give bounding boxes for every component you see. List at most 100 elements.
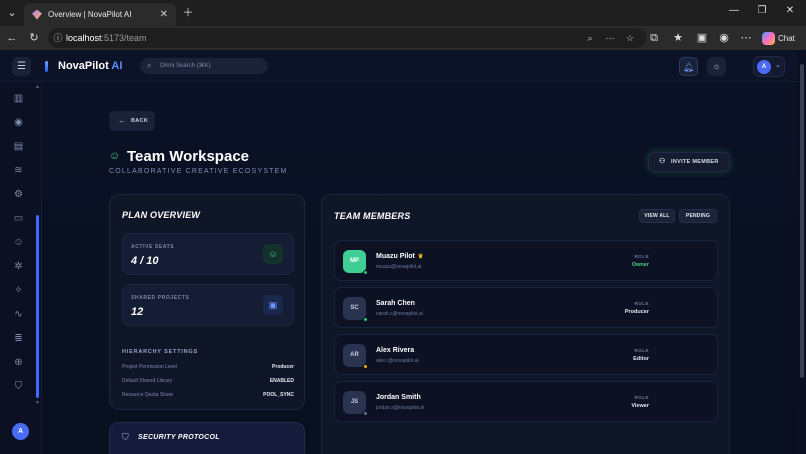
setting-label: Project Permission Level xyxy=(122,364,178,370)
setting-row: Project Permission Level Producer xyxy=(122,364,294,370)
member-name: Alex Rivera xyxy=(376,347,415,354)
url-host: localhost xyxy=(66,33,102,43)
back-nav-button[interactable]: ← xyxy=(4,30,20,46)
member-avatar: JS xyxy=(343,391,366,414)
status-dot xyxy=(363,317,368,322)
new-tab-button[interactable]: ＋ xyxy=(180,5,196,21)
theme-toggle-button[interactable]: ☼ xyxy=(707,57,726,76)
invite-member-button[interactable]: ⚇ INVITE MEMBER xyxy=(648,152,730,172)
chevron-down-icon: ⌄ xyxy=(775,62,781,69)
magic-wand-icon[interactable]: ✧ xyxy=(12,284,25,297)
copilot-chat-button[interactable]: Chat xyxy=(762,29,795,47)
team-members-card: TEAM MEMBERS VIEW ALL PENDING MP Muazu P… xyxy=(321,194,730,454)
layers-icon[interactable]: ≣ xyxy=(12,332,25,345)
extensions-icon[interactable]: ⧉ xyxy=(646,30,662,46)
menu-toggle-button[interactable]: ☰ xyxy=(12,57,31,76)
setting-value: POOL_SYNC xyxy=(263,392,294,398)
omni-search-input[interactable]: ⌕ Omni Search (⌘K) xyxy=(140,58,268,74)
shield-check-icon: ⛉ xyxy=(122,432,129,442)
scroll-down-icon[interactable]: ▼ xyxy=(35,400,40,406)
hierarchy-settings-heading: HIERARCHY SETTINGS xyxy=(122,349,199,355)
pending-button[interactable]: PENDING xyxy=(679,209,717,223)
sidebar-avatar[interactable]: A xyxy=(12,423,29,440)
briefcase-icon: ▣ xyxy=(263,295,283,315)
scroll-up-icon[interactable]: ▲ xyxy=(35,84,40,90)
tab-close-icon[interactable]: ✕ xyxy=(160,9,168,20)
member-name: Muazu Pilot ♛ xyxy=(376,253,424,260)
close-window-button[interactable]: ✕ xyxy=(782,5,798,16)
app-root: ☰ NovaPilot AI ⌕ Omni Search (⌘K) 🔔︎ ☼ A… xyxy=(0,50,806,454)
member-row[interactable]: MP Muazu Pilot ♛ muazu@novapilot.ai ROLE … xyxy=(334,240,718,281)
eye-icon[interactable]: ◉ xyxy=(12,116,25,129)
users-icon[interactable]: ☺ xyxy=(12,236,25,249)
status-dot xyxy=(363,364,368,369)
file-icon[interactable]: ▭ xyxy=(12,212,25,225)
shared-projects-value: 12 xyxy=(131,306,144,318)
page-subtitle: COLLABORATIVE CREATIVE ECOSYSTEM xyxy=(109,168,288,175)
main-content: ← BACK ☺ Team Workspace COLLABORATIVE CR… xyxy=(42,82,798,454)
active-seats-label: ACTIVE SEATS xyxy=(131,244,175,250)
plan-overview-heading: PLAN OVERVIEW xyxy=(122,210,201,220)
zoom-icon[interactable]: ⌕ xyxy=(584,32,596,44)
site-info-icon[interactable]: ⓘ xyxy=(52,32,64,44)
notifications-button[interactable]: 🔔︎ xyxy=(679,57,698,76)
setting-label: Resource Quota Share xyxy=(122,392,174,398)
users-icon: ☺ xyxy=(109,150,121,162)
read-aloud-icon[interactable]: ⋯ xyxy=(604,32,616,44)
activity-icon[interactable]: ∿ xyxy=(12,308,25,321)
profile-icon[interactable]: ◉ xyxy=(716,30,732,46)
url-field[interactable]: ⓘ localhost:5173/team ⌕ ⋯ ☆ xyxy=(48,28,646,48)
shared-projects-stat: SHARED PROJECTS 12 ▣ xyxy=(122,284,294,326)
member-row[interactable]: JS Jordan Smith jordan.s@novapilot.ai RO… xyxy=(334,381,718,422)
invite-label: INVITE MEMBER xyxy=(671,159,719,165)
role-label: ROLE xyxy=(634,395,649,400)
role-label: ROLE xyxy=(634,301,649,306)
setting-label: Default Shared Library xyxy=(122,378,173,384)
shared-projects-label: SHARED PROJECTS xyxy=(131,295,190,301)
database-icon[interactable]: ≋ xyxy=(12,164,25,177)
user-menu-button[interactable]: A ⌄ xyxy=(753,56,785,77)
minimize-button[interactable]: — xyxy=(726,5,742,16)
member-name: Sarah Chen xyxy=(376,300,415,307)
crown-icon: ♛ xyxy=(417,254,424,260)
favicon-icon xyxy=(32,9,42,20)
scrollbar-thumb[interactable] xyxy=(800,64,804,378)
search-gear-icon[interactable]: ⚙ xyxy=(12,188,25,201)
browser-tab[interactable]: Overview | NovaPilot AI ✕ xyxy=(24,3,176,26)
more-options-icon[interactable]: ⋯ xyxy=(738,30,754,46)
chart-icon[interactable]: ▥ xyxy=(12,92,25,105)
member-row[interactable]: SC Sarah Chen sarah.c@novapilot.ai ROLE … xyxy=(334,287,718,328)
favorites-icon[interactable]: ★ xyxy=(670,30,686,46)
setting-row: Resource Quota Share POOL_SYNC xyxy=(122,392,294,398)
collections-icon[interactable]: ▣ xyxy=(694,30,710,46)
team-members-heading: TEAM MEMBERS xyxy=(334,211,411,221)
back-button[interactable]: ← BACK xyxy=(109,111,155,131)
restore-button[interactable]: ❐ xyxy=(754,5,770,16)
view-all-button[interactable]: VIEW ALL xyxy=(639,209,675,223)
active-seats-stat: ACTIVE SEATS 4 / 10 ☺ xyxy=(122,233,294,275)
reload-button[interactable]: ↻ xyxy=(26,30,42,46)
logo-icon xyxy=(45,61,48,72)
tab-list-button[interactable]: ⌄ xyxy=(4,5,20,21)
member-row[interactable]: AR Alex Rivera alex.r@novapilot.ai ROLE … xyxy=(334,334,718,375)
shield-icon[interactable]: ⛉ xyxy=(12,380,25,393)
page-scrollbar[interactable] xyxy=(798,50,806,454)
member-role: Producer xyxy=(624,309,649,315)
settings-icon[interactable]: ✲ xyxy=(12,260,25,273)
document-icon[interactable]: ▤ xyxy=(12,140,25,153)
setting-value: ENABLED xyxy=(269,378,294,384)
favorite-star-icon[interactable]: ☆ xyxy=(624,32,636,44)
brand-name: NovaPilot AI xyxy=(58,60,123,72)
globe-icon[interactable]: ⊕ xyxy=(12,356,25,369)
page-title: Team Workspace xyxy=(127,148,249,165)
status-dot xyxy=(363,270,368,275)
avatar: A xyxy=(757,60,771,74)
back-label: BACK xyxy=(131,118,149,124)
chat-label: Chat xyxy=(778,33,795,43)
users-icon: ☺ xyxy=(263,244,283,264)
search-placeholder: Omni Search (⌘K) xyxy=(160,63,211,69)
sidebar-scrollbar[interactable] xyxy=(36,215,39,398)
plan-overview-card: PLAN OVERVIEW ACTIVE SEATS 4 / 10 ☺ SHAR… xyxy=(109,194,305,410)
setting-row: Default Shared Library ENABLED xyxy=(122,378,294,384)
security-heading: SECURITY PROTOCOL xyxy=(138,434,220,441)
